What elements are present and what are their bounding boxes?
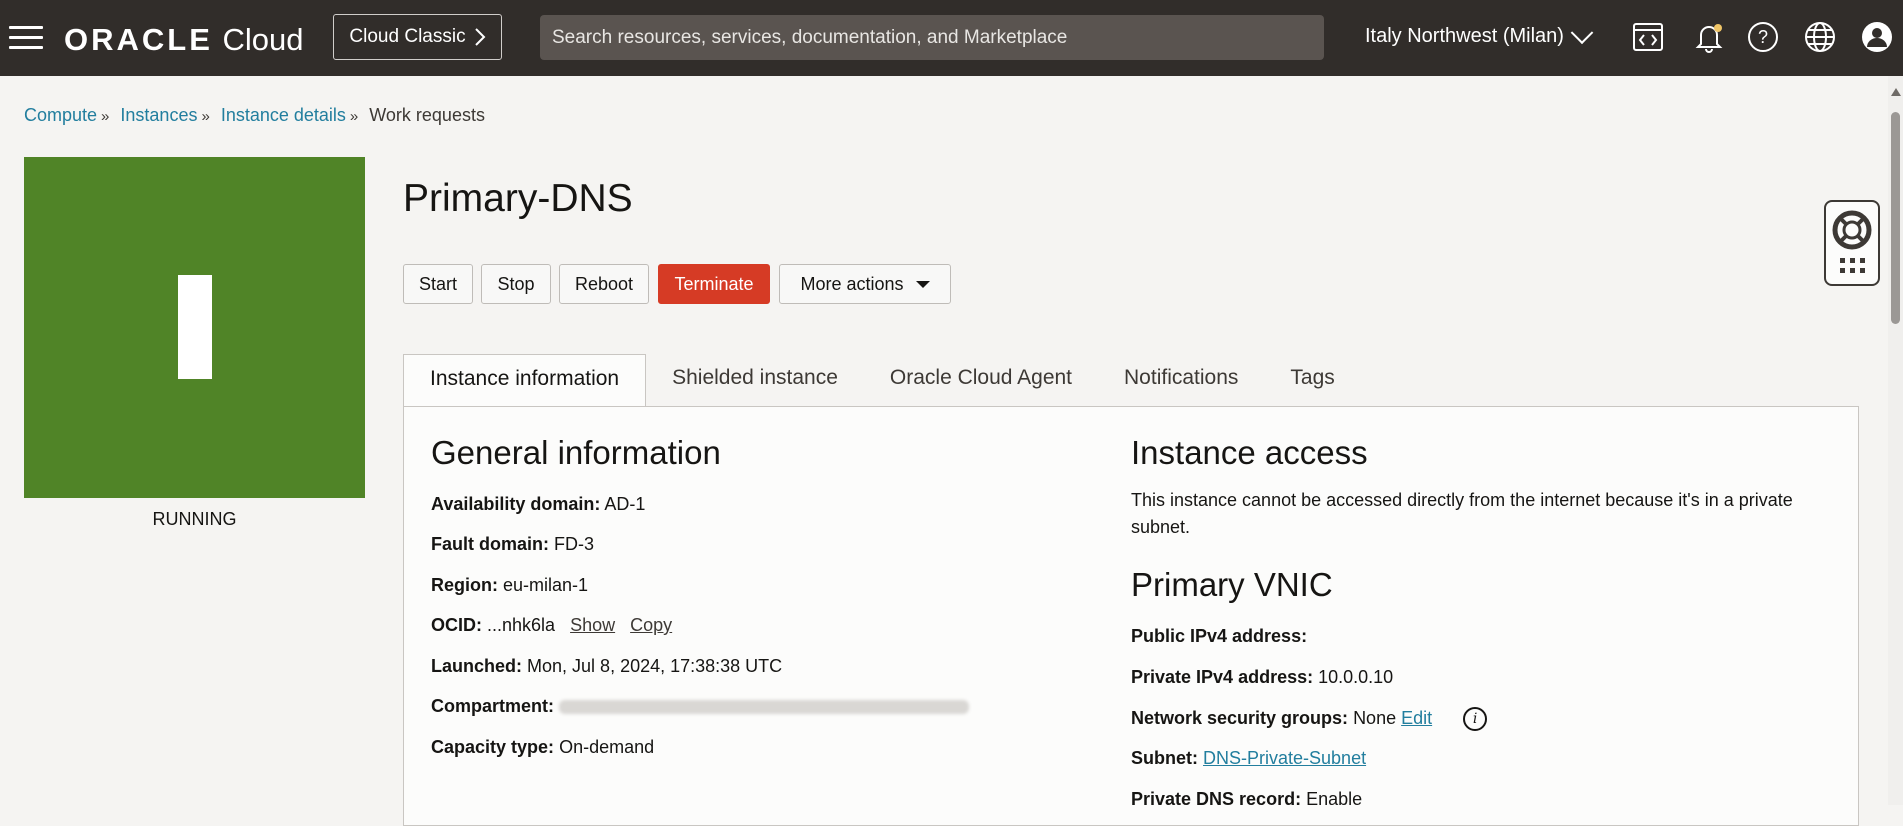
private-dns-label: Private DNS record: <box>1131 789 1302 809</box>
brand-cloud: Cloud <box>222 22 304 57</box>
scrollbar-thumb[interactable] <box>1891 112 1900 324</box>
lifebuoy-icon <box>1832 210 1872 250</box>
scroll-up-icon[interactable] <box>1891 88 1901 96</box>
breadcrumb: Compute» Instances» Instance details» Wo… <box>24 105 485 126</box>
help-icon[interactable]: ? <box>1744 18 1782 56</box>
ocid-row: OCID: ...nhk6la Show Copy <box>431 615 672 636</box>
compartment-label: Compartment: <box>431 696 555 716</box>
private-ipv4-label: Private IPv4 address: <box>1131 667 1314 687</box>
search-placeholder: Search resources, services, documentatio… <box>552 26 1068 48</box>
private-ipv4-value: 10.0.0.10 <box>1318 667 1394 687</box>
instance-access-heading: Instance access <box>1131 434 1368 471</box>
ocid-value: ...nhk6la <box>487 615 556 635</box>
page-title: Primary-DNS <box>403 177 633 220</box>
hamburger-menu-icon[interactable] <box>9 26 43 50</box>
oracle-cloud-logo[interactable]: ORACLE Cloud <box>64 22 304 58</box>
region-row: Region: eu-milan-1 <box>431 575 588 596</box>
breadcrumb-compute[interactable]: Compute <box>24 105 97 125</box>
public-ipv4-label: Public IPv4 address: <box>1131 626 1308 646</box>
region-label-text: Region: <box>431 575 498 595</box>
code-editor-icon[interactable] <box>1629 18 1667 56</box>
fault-domain-label: Fault domain: <box>431 534 549 554</box>
page-scrollbar[interactable] <box>1888 76 1903 805</box>
tab-bar: Instance information Shielded instance O… <box>403 354 1361 407</box>
nsg-value: None <box>1353 707 1397 728</box>
svg-text:?: ? <box>1758 27 1768 47</box>
top-navigation-bar: ORACLE Cloud Cloud Classic Search resour… <box>0 0 1903 76</box>
breadcrumb-separator: » <box>101 108 110 125</box>
availability-domain-value: AD-1 <box>604 494 646 514</box>
chevron-right-icon <box>474 28 485 46</box>
ocid-show-link[interactable]: Show <box>570 615 615 635</box>
nsg-label: Network security groups: <box>1131 707 1349 728</box>
subnet-label: Subnet: <box>1131 748 1198 768</box>
instance-status-tile <box>24 157 365 498</box>
ocid-label: OCID: <box>431 615 482 635</box>
ocid-copy-link[interactable]: Copy <box>630 615 672 635</box>
public-ipv4-row: Public IPv4 address: <box>1131 626 1307 647</box>
tab-instance-information[interactable]: Instance information <box>403 354 647 407</box>
notifications-bell-icon[interactable] <box>1690 18 1728 56</box>
nsg-edit-link[interactable]: Edit <box>1401 708 1432 728</box>
private-ipv4-row: Private IPv4 address: 10.0.0.10 <box>1131 667 1393 688</box>
brand-oracle: ORACLE <box>64 22 213 57</box>
caret-down-icon <box>915 280 930 288</box>
user-profile-icon[interactable] <box>1858 18 1896 56</box>
capacity-type-value: On-demand <box>559 737 655 757</box>
reboot-button[interactable]: Reboot <box>559 264 649 304</box>
cloud-classic-label: Cloud Classic <box>349 26 466 47</box>
language-globe-icon[interactable] <box>1801 18 1839 56</box>
tab-notifications[interactable]: Notifications <box>1098 354 1264 406</box>
tab-oracle-cloud-agent[interactable]: Oracle Cloud Agent <box>864 354 1098 406</box>
availability-domain-row: Availability domain: AD-1 <box>431 494 645 515</box>
subnet-row: Subnet: DNS-Private-Subnet <box>1131 748 1366 769</box>
stop-button[interactable]: Stop <box>481 264 551 304</box>
more-actions-label: More actions <box>800 273 904 294</box>
tab-shielded-instance[interactable]: Shielded instance <box>646 354 864 406</box>
launched-label: Launched: <box>431 656 523 676</box>
breadcrumb-instances[interactable]: Instances <box>120 105 197 125</box>
instance-status-label: RUNNING <box>152 509 237 529</box>
launched-row: Launched: Mon, Jul 8, 2024, 17:38:38 UTC <box>431 656 782 677</box>
fault-domain-row: Fault domain: FD-3 <box>431 534 594 555</box>
availability-domain-label: Availability domain: <box>431 494 601 514</box>
start-button[interactable]: Start <box>403 264 473 304</box>
capacity-type-label: Capacity type: <box>431 737 555 757</box>
network-security-groups-row: Network security groups: None Edit i <box>1131 707 1488 731</box>
region-label: Italy Northwest (Milan) <box>1365 25 1564 47</box>
private-dns-value: Enable <box>1306 789 1363 809</box>
info-icon[interactable]: i <box>1463 707 1488 731</box>
instance-letter-glyph <box>178 275 212 379</box>
tab-tags[interactable]: Tags <box>1264 354 1360 406</box>
subnet-link[interactable]: DNS-Private-Subnet <box>1203 748 1366 768</box>
general-information-heading: General information <box>431 434 721 471</box>
breadcrumb-instance-details[interactable]: Instance details <box>221 105 346 125</box>
chevron-down-icon <box>1570 20 1594 44</box>
breadcrumb-separator: » <box>201 108 210 125</box>
more-actions-button[interactable]: More actions <box>779 264 951 304</box>
compartment-row: Compartment: <box>431 696 970 717</box>
help-widget[interactable] <box>1824 200 1880 286</box>
apps-grid-icon <box>1840 258 1865 273</box>
region-selector[interactable]: Italy Northwest (Milan) <box>1365 20 1594 48</box>
private-dns-record-row: Private DNS record: Enable <box>1131 789 1362 810</box>
primary-vnic-heading: Primary VNIC <box>1131 566 1333 603</box>
breadcrumb-work-requests: Work requests <box>369 105 485 125</box>
instance-access-text: This instance cannot be accessed directl… <box>1131 490 1793 537</box>
fault-domain-value: FD-3 <box>554 534 595 554</box>
launched-value: Mon, Jul 8, 2024, 17:38:38 UTC <box>527 656 783 676</box>
capacity-type-row: Capacity type: On-demand <box>431 737 654 758</box>
terminate-button[interactable]: Terminate <box>658 264 770 304</box>
cloud-classic-button[interactable]: Cloud Classic <box>333 14 502 60</box>
breadcrumb-separator: » <box>349 108 359 125</box>
compartment-value-redacted <box>559 700 970 715</box>
region-value: eu-milan-1 <box>503 575 589 595</box>
search-input[interactable]: Search resources, services, documentatio… <box>540 15 1324 60</box>
